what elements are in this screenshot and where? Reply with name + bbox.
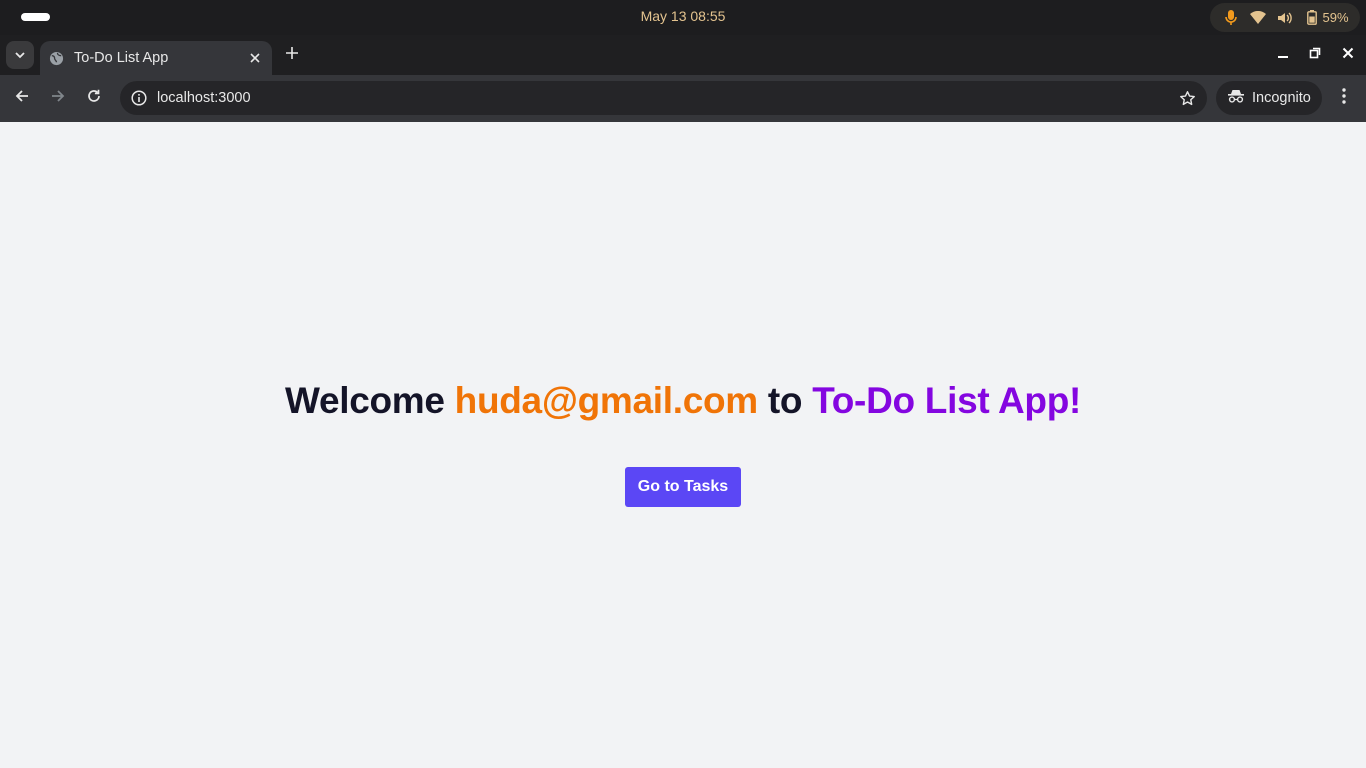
globe-icon	[48, 50, 64, 66]
tab-title: To-Do List App	[74, 50, 169, 66]
more-vert-icon	[1342, 87, 1346, 109]
minimize-icon	[1277, 46, 1289, 64]
plus-icon	[286, 46, 298, 64]
welcome-heading: Welcome huda@gmail.com to To-Do List App…	[0, 380, 1366, 422]
tab-strip: To-Do List App	[0, 35, 1366, 75]
incognito-indicator[interactable]: Incognito	[1216, 81, 1322, 115]
app-name: To-Do List App!	[812, 380, 1082, 421]
reload-button[interactable]	[83, 87, 105, 109]
back-button[interactable]	[11, 87, 33, 109]
close-window-button[interactable]	[1338, 45, 1358, 65]
site-info-icon[interactable]	[130, 89, 148, 107]
browser-toolbar: localhost:3000 Incognito	[0, 75, 1366, 122]
close-icon	[1342, 46, 1354, 64]
os-status-bar: May 13 08:55 59%	[0, 0, 1366, 35]
arrow-left-icon	[15, 89, 29, 108]
arrow-right-icon	[51, 89, 65, 108]
battery-icon	[1302, 8, 1322, 28]
tab-search-button[interactable]	[6, 41, 34, 69]
incognito-label: Incognito	[1252, 90, 1311, 106]
mic-icon	[1221, 8, 1241, 28]
restore-button[interactable]	[1305, 45, 1325, 65]
system-clock: May 13 08:55	[640, 8, 726, 24]
volume-icon	[1275, 8, 1295, 28]
system-tray[interactable]: 59%	[1210, 3, 1360, 32]
new-tab-button[interactable]	[282, 45, 302, 65]
forward-button[interactable]	[47, 87, 69, 109]
wifi-icon	[1248, 8, 1268, 28]
restore-icon	[1309, 46, 1321, 64]
welcome-mid: to	[757, 380, 813, 421]
tab-active[interactable]: To-Do List App	[40, 41, 272, 75]
battery-percent: 59%	[1322, 10, 1349, 25]
user-email: huda@gmail.com	[454, 380, 759, 421]
page-content: Welcome huda@gmail.com to To-Do List App…	[0, 122, 1366, 768]
welcome-prefix: Welcome	[284, 380, 455, 421]
browser-menu-button[interactable]	[1334, 87, 1354, 109]
bookmark-star-icon[interactable]	[1177, 88, 1197, 108]
address-bar[interactable]: localhost:3000	[120, 81, 1207, 115]
minimize-button[interactable]	[1273, 45, 1293, 65]
url-text[interactable]: localhost:3000	[157, 90, 1177, 106]
go-to-tasks-button[interactable]: Go to Tasks	[625, 467, 741, 507]
incognito-icon	[1228, 89, 1244, 108]
tab-close-icon[interactable]	[246, 49, 264, 67]
chevron-down-icon	[14, 46, 26, 64]
reload-icon	[87, 89, 101, 108]
